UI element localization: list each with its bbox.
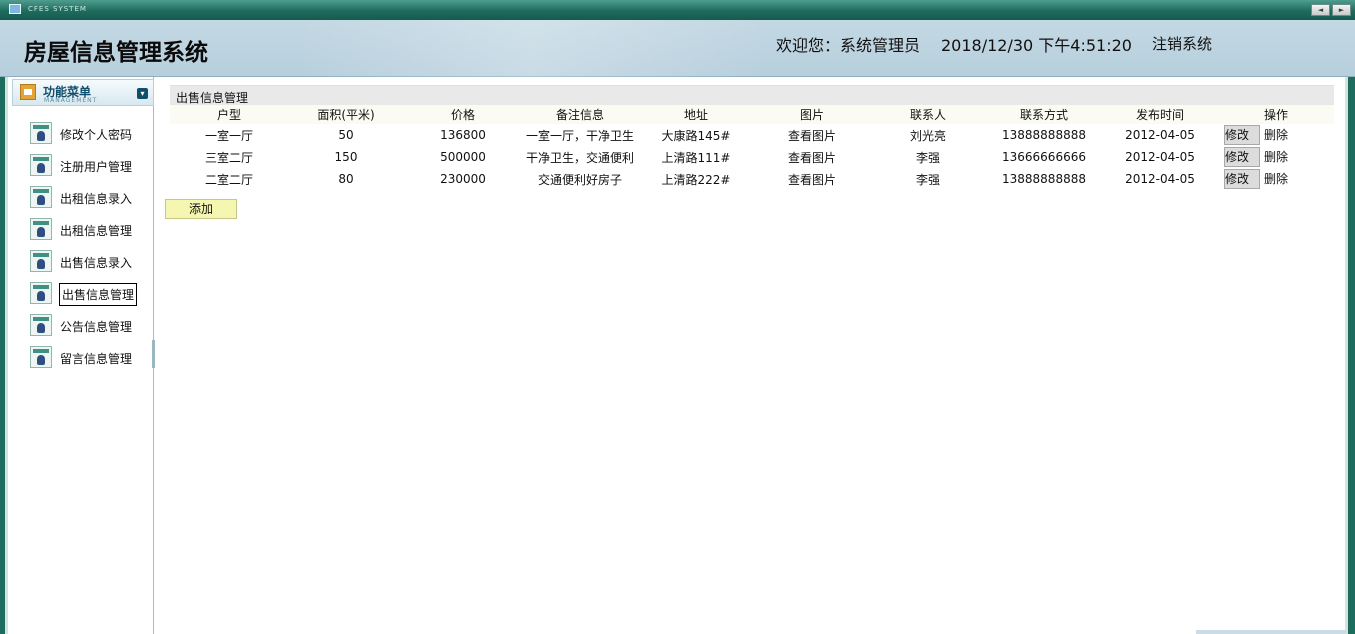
delete-link[interactable]: 删除 [1264, 172, 1288, 186]
cell-area: 50 [338, 128, 354, 142]
cell-type: 三室二厅 [204, 150, 253, 165]
cell-actions: 修改 删除 [1218, 124, 1334, 146]
edit-button[interactable]: 修改 [1224, 169, 1260, 189]
cell-date: 2012-04-05 [1125, 172, 1195, 186]
user-card-icon [30, 122, 52, 144]
sidebar-item-label: 出租信息管理 [60, 224, 133, 238]
sidebar-item-label: 公告信息管理 [60, 320, 133, 334]
frame-border-right [1348, 77, 1355, 634]
table-row: 一室一厅 50 136800 一室一厅，干净卫生 大康路145# 查看图片 刘光… [170, 124, 1334, 146]
user-card-icon [30, 154, 52, 176]
cell-area: 150 [334, 150, 358, 164]
column-header: 发布时间 [1102, 105, 1218, 124]
collapse-chevron-icon[interactable]: ▾ [137, 88, 148, 99]
table-row: 三室二厅 150 500000 干净卫生，交通便利 上清路111# 查看图片 李… [170, 146, 1334, 168]
sidebar-header: 功能菜单 MANAGEMENT ▾ [12, 79, 154, 106]
cell-actions: 修改 删除 [1218, 146, 1334, 168]
sidebar-subtitle: MANAGEMENT [44, 97, 98, 104]
delete-link[interactable]: 删除 [1264, 128, 1288, 142]
edit-button[interactable]: 修改 [1224, 125, 1260, 145]
cell-phone: 13888888888 [1002, 172, 1086, 186]
cell-note: 交通便利好房子 [537, 172, 622, 187]
column-header: 价格 [404, 105, 522, 124]
system-label: CFES SYSTEM [28, 5, 87, 13]
user-card-icon [30, 282, 52, 304]
table-header-row: 户型 面积(平米) 价格 备注信息 地址 图片 联系人 联系方式 发布时间 操作 [170, 105, 1334, 124]
monitor-icon [9, 4, 21, 14]
column-header: 图片 [754, 105, 870, 124]
sidebar-item-notice-manage[interactable]: 公告信息管理 [30, 314, 150, 338]
panel-header: 出售信息管理 [170, 85, 1334, 105]
user-card-icon [30, 250, 52, 272]
column-header: 操作 [1218, 105, 1334, 124]
app-header: 房屋信息管理系统 欢迎您：系统管理员 2018/12/30 下午4:51:20 … [0, 20, 1355, 77]
status-strip [1196, 630, 1346, 634]
sidebar-item-change-password[interactable]: 修改个人密码 [30, 122, 150, 146]
column-header: 面积(平米) [288, 105, 404, 124]
column-header: 联系方式 [986, 105, 1102, 124]
column-header: 备注信息 [522, 105, 638, 124]
cell-type: 二室二厅 [204, 172, 253, 187]
column-header: 地址 [638, 105, 754, 124]
view-image-link[interactable]: 查看图片 [754, 146, 870, 168]
app-title: 房屋信息管理系统 [24, 40, 208, 66]
cell-contact: 李强 [915, 150, 940, 165]
current-datetime: 2018/12/30 下午4:51:20 [941, 36, 1132, 55]
cell-address: 上清路111# [661, 150, 731, 165]
user-card-icon [30, 186, 52, 208]
user-card-icon [30, 346, 52, 368]
sidebar-item-label: 出售信息管理 [59, 283, 138, 306]
cell-price: 500000 [440, 150, 486, 164]
cell-date: 2012-04-05 [1125, 150, 1195, 164]
sidebar-item-sale-entry[interactable]: 出售信息录入 [30, 250, 150, 274]
user-card-icon [30, 314, 52, 336]
cell-type: 一室一厅 [204, 128, 253, 143]
table-row: 二室二厅 80 230000 交通便利好房子 上清路222# 查看图片 李强 1… [170, 168, 1334, 190]
cell-address: 上清路222# [661, 172, 731, 187]
cell-contact: 刘光亮 [909, 128, 946, 143]
logout-link[interactable]: 注销系统 [1152, 33, 1212, 54]
cell-phone: 13888888888 [1002, 128, 1086, 142]
sidebar: 功能菜单 MANAGEMENT ▾ 修改个人密码 注册用户管理 出租信息录入 出… [8, 77, 154, 634]
window-titlebar: CFES SYSTEM ◄ ► [0, 0, 1355, 20]
sidebar-item-rental-manage[interactable]: 出租信息管理 [30, 218, 150, 242]
cell-price: 230000 [440, 172, 486, 186]
next-arrow-icon[interactable]: ► [1332, 4, 1351, 16]
sidebar-item-label: 出售信息录入 [60, 256, 133, 270]
cell-price: 136800 [440, 128, 486, 142]
cell-phone: 13666666666 [1002, 150, 1086, 164]
sale-info-table: 户型 面积(平米) 价格 备注信息 地址 图片 联系人 联系方式 发布时间 操作… [170, 105, 1334, 190]
edit-button[interactable]: 修改 [1224, 147, 1260, 167]
column-header: 联系人 [870, 105, 986, 124]
cell-area: 80 [338, 172, 354, 186]
prev-arrow-icon[interactable]: ◄ [1311, 4, 1330, 16]
sidebar-item-label: 注册用户管理 [60, 160, 133, 174]
welcome-text: 欢迎您：系统管理员 [776, 36, 921, 55]
add-button[interactable]: 添加 [165, 199, 237, 219]
main-content: 出售信息管理 户型 面积(平米) 价格 备注信息 地址 图片 联系人 联系方式 … [156, 77, 1345, 634]
sidebar-splitter-handle[interactable] [152, 340, 155, 368]
cell-actions: 修改 删除 [1218, 168, 1334, 190]
sidebar-item-label: 留言信息管理 [60, 352, 133, 366]
sidebar-item-rental-entry[interactable]: 出租信息录入 [30, 186, 150, 210]
cell-date: 2012-04-05 [1125, 128, 1195, 142]
sidebar-item-registered-users[interactable]: 注册用户管理 [30, 154, 150, 178]
cell-note: 一室一厅，干净卫生 [525, 128, 634, 143]
cell-contact: 李强 [915, 172, 940, 187]
sidebar-item-label: 修改个人密码 [60, 128, 133, 142]
sidebar-item-sale-manage[interactable]: 出售信息管理 [30, 282, 150, 306]
sidebar-item-message-manage[interactable]: 留言信息管理 [30, 346, 150, 370]
cell-address: 大康路145# [661, 128, 731, 143]
column-header: 户型 [170, 105, 288, 124]
user-card-icon [30, 218, 52, 240]
sidebar-item-label: 出租信息录入 [60, 192, 133, 206]
menu-folder-icon [20, 84, 36, 100]
cell-note: 干净卫生，交通便利 [525, 150, 634, 165]
delete-link[interactable]: 删除 [1264, 150, 1288, 164]
panel-title: 出售信息管理 [176, 91, 249, 105]
view-image-link[interactable]: 查看图片 [754, 168, 870, 190]
view-image-link[interactable]: 查看图片 [754, 124, 870, 146]
